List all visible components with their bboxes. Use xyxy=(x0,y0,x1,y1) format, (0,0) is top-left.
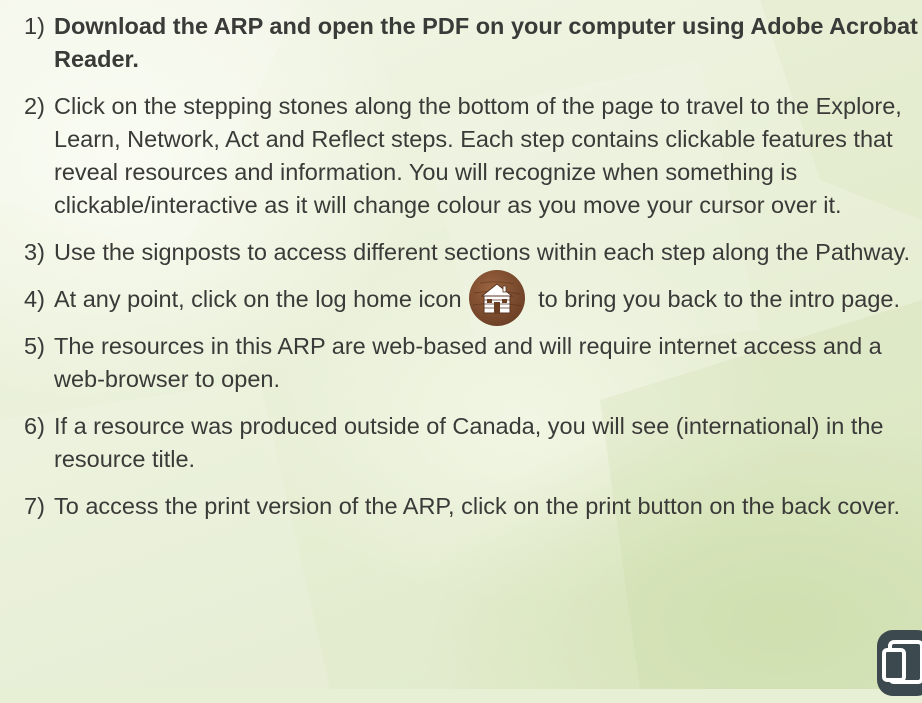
instruction-text: Download the ARP and open the PDF on you… xyxy=(54,13,918,72)
log-home-icon[interactable] xyxy=(468,269,526,327)
instruction-item-4: 4) At any point, click on the log home i… xyxy=(24,269,919,326)
instruction-item-5: 5) The resources in this ARP are web-bas… xyxy=(24,330,919,396)
instruction-text: If a resource was produced outside of Ca… xyxy=(54,413,884,472)
instructions-list: 1) Download the ARP and open the PDF on … xyxy=(24,10,919,537)
instruction-item-2: 2) Click on the stepping stones along th… xyxy=(24,90,919,222)
instruction-number: 1) xyxy=(24,13,45,39)
instruction-number: 2) xyxy=(24,93,45,119)
instruction-item-3: 3) Use the signposts to access different… xyxy=(24,236,919,269)
instruction-item-1: 1) Download the ARP and open the PDF on … xyxy=(24,10,919,76)
instruction-number: 5) xyxy=(24,333,45,359)
instruction-text: The resources in this ARP are web-based … xyxy=(54,333,882,392)
instruction-text: Click on the stepping stones along the b… xyxy=(54,93,902,218)
instruction-text-after-icon: to bring you back to the intro page. xyxy=(531,286,900,312)
print-icon[interactable] xyxy=(875,628,922,698)
instruction-item-6: 6) If a resource was produced outside of… xyxy=(24,410,919,476)
instruction-item-7: 7) To access the print version of the AR… xyxy=(24,490,919,523)
instruction-number: 6) xyxy=(24,413,45,439)
instruction-number: 7) xyxy=(24,493,45,519)
instruction-number: 3) xyxy=(24,239,45,265)
instruction-text: Use the signposts to access different se… xyxy=(54,239,911,265)
instruction-text: To access the print version of the ARP, … xyxy=(54,493,901,519)
instruction-text-before-icon: At any point, click on the log home icon xyxy=(54,286,462,312)
instruction-number: 4) xyxy=(24,286,45,312)
